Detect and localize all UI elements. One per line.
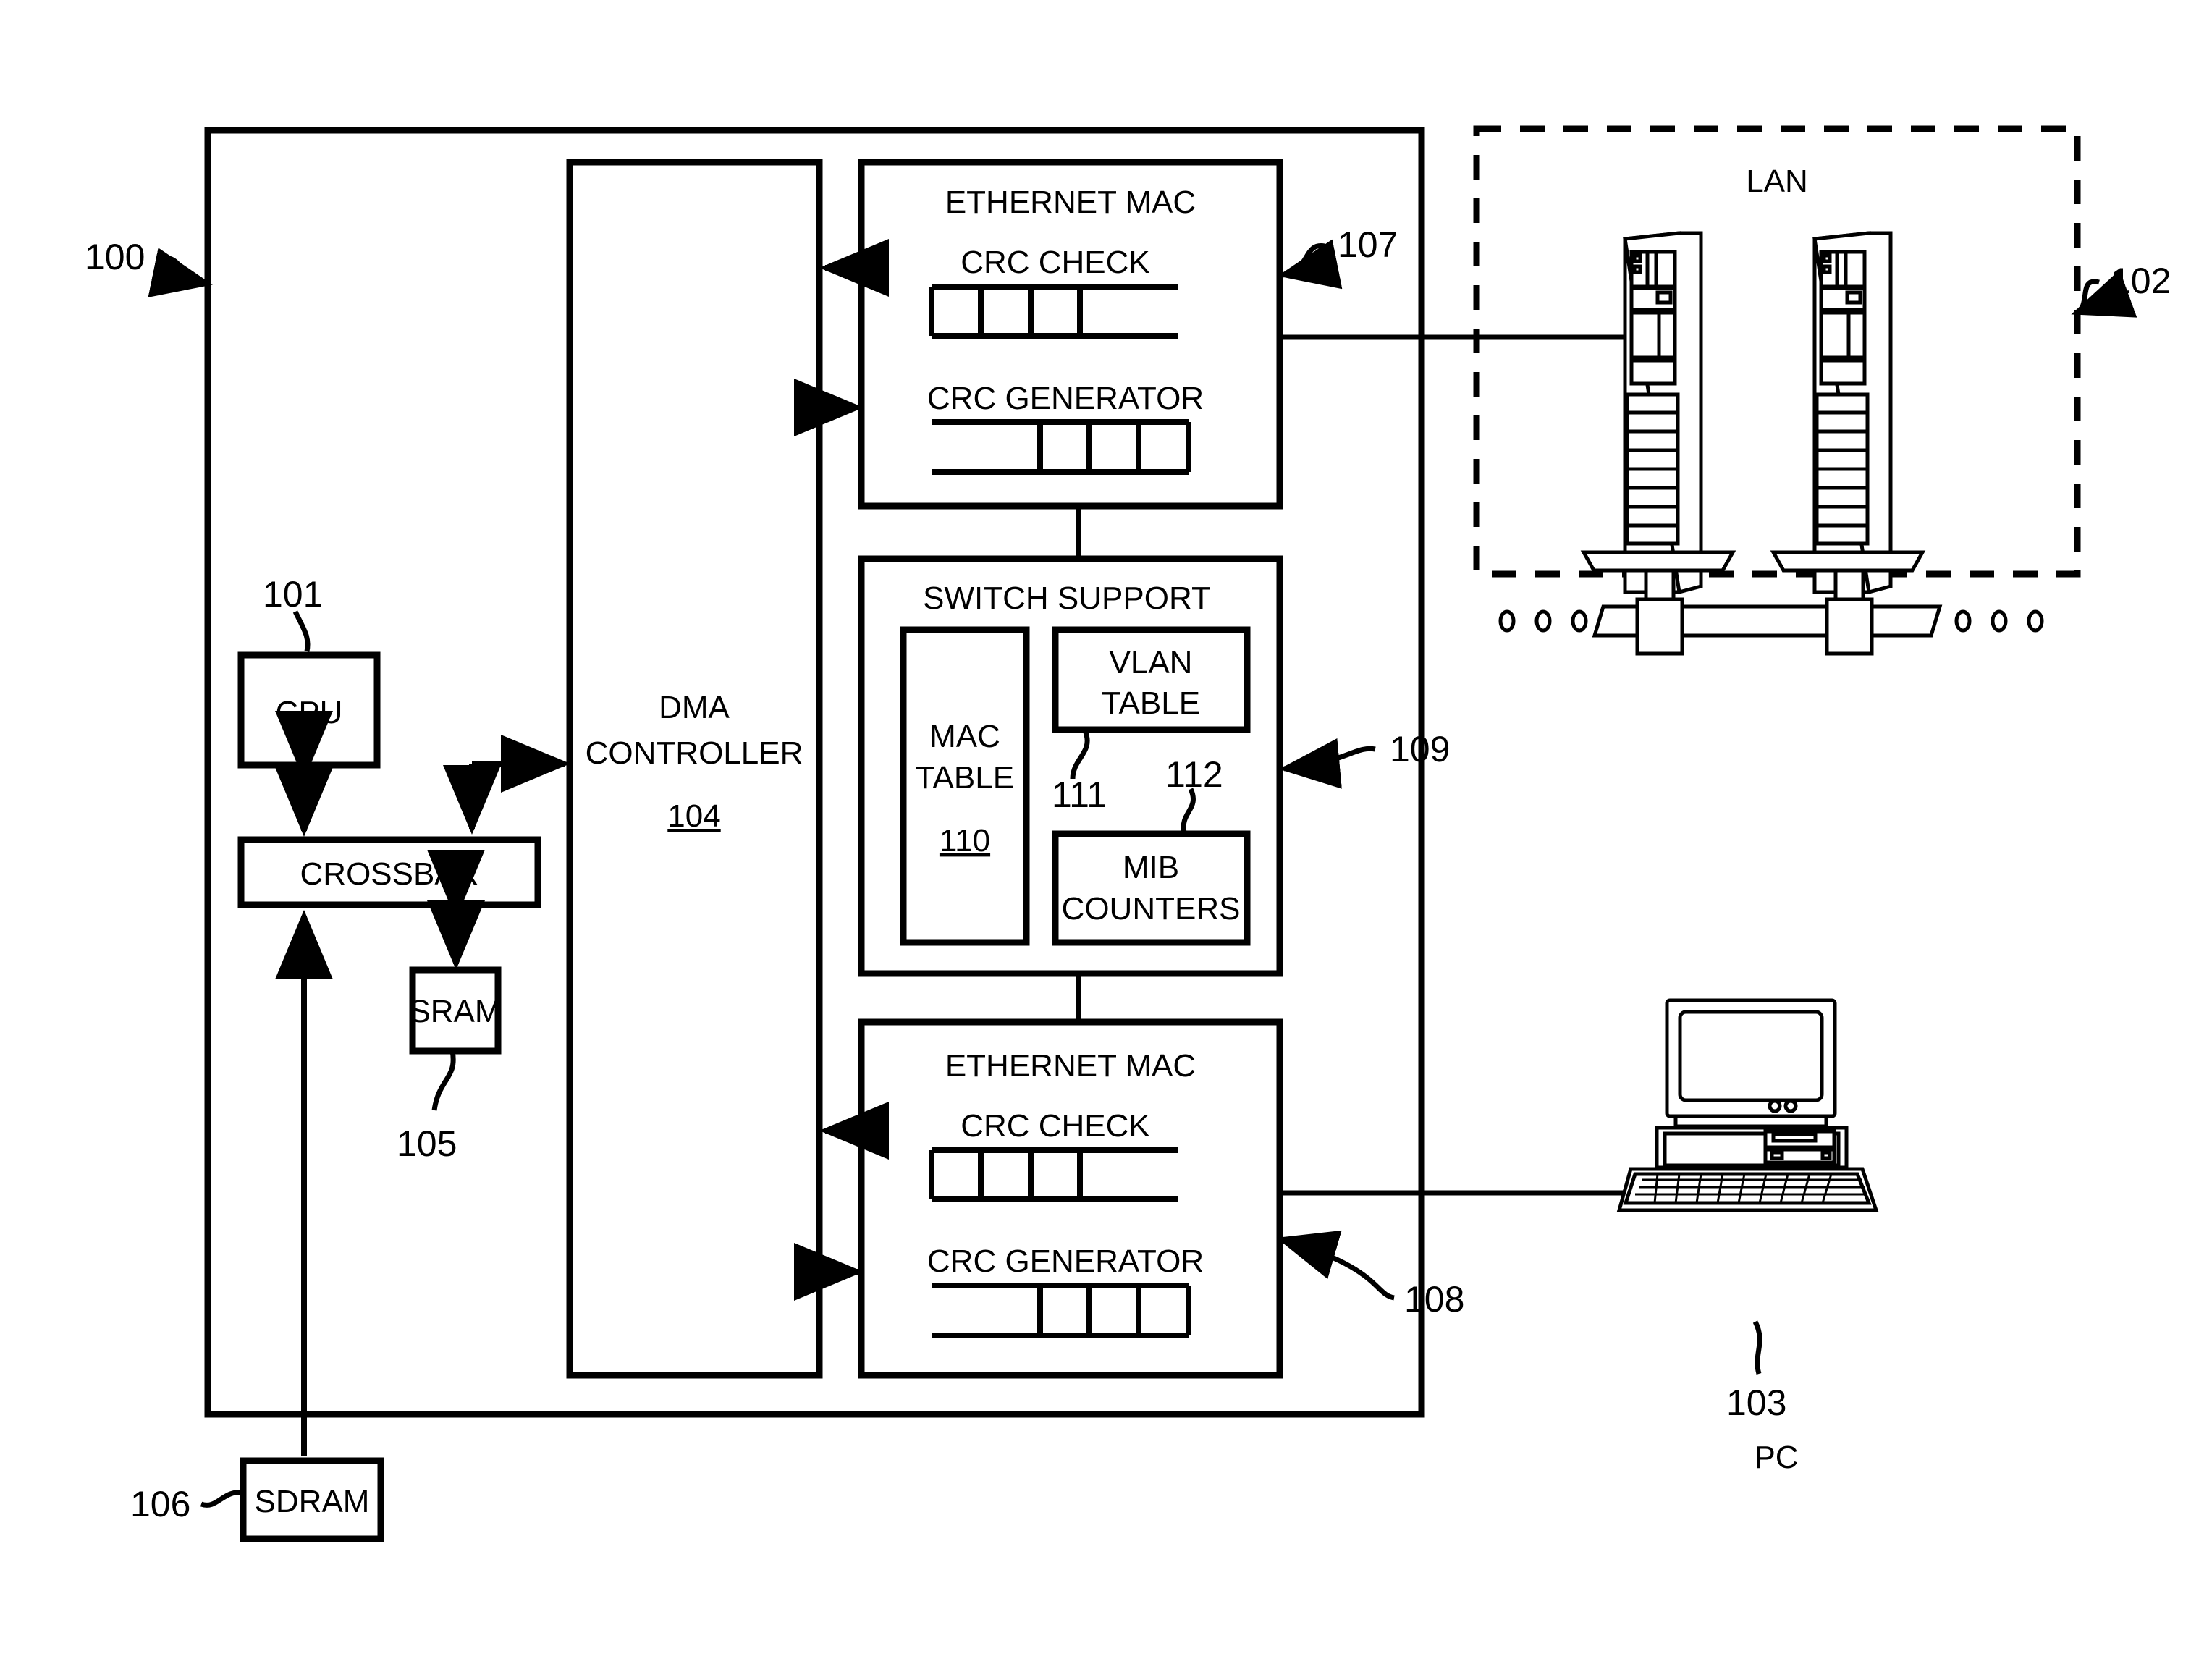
ref-105: 105 xyxy=(397,1123,457,1164)
lead-103 xyxy=(1752,1320,1762,1375)
dma-label-line1: DMA xyxy=(659,690,730,725)
ref-106: 106 xyxy=(130,1484,190,1524)
switch-support-title: SWITCH SUPPORT xyxy=(923,581,1211,616)
ref-101: 101 xyxy=(263,574,323,615)
crc-check-register-bottom xyxy=(929,1147,1178,1202)
pc-label: PC xyxy=(1754,1440,1798,1475)
crossbar-label: CROSSBAR xyxy=(300,856,479,892)
lead-112 xyxy=(1181,788,1196,833)
lead-106 xyxy=(200,1490,244,1508)
patent-figure: { "figure": { "title": "Network processo… xyxy=(0,0,2191,1680)
lead-107 xyxy=(1278,239,1343,290)
sdram-label: SDRAM xyxy=(255,1484,370,1519)
lead-100 xyxy=(148,248,213,297)
vlan-table-line2: TABLE xyxy=(1102,685,1200,721)
chip-boundary-100 xyxy=(204,127,1425,1418)
ref-102: 102 xyxy=(2111,261,2171,301)
mac-table-ref-110: 110 xyxy=(940,823,990,858)
crc-generator-register-top xyxy=(932,419,1191,475)
vlan-table-line1: VLAN xyxy=(1110,645,1193,680)
mac-table-line1: MAC xyxy=(929,719,1000,754)
ref-108: 108 xyxy=(1404,1279,1464,1320)
lead-108 xyxy=(1276,1230,1395,1301)
cpu-label: CPU xyxy=(276,695,343,730)
lan-label: LAN xyxy=(1746,164,1808,199)
dma-label-line2: CONTROLLER xyxy=(586,735,803,771)
sram-label: SRAM xyxy=(409,994,501,1029)
lead-109 xyxy=(1279,738,1376,789)
pc-illustration xyxy=(1616,998,1879,1212)
server-tower-2 xyxy=(1770,231,1926,595)
crc-check-register-top xyxy=(929,284,1178,339)
mib-counters-line2: COUNTERS xyxy=(1062,891,1241,926)
crc-generator-register-bottom xyxy=(932,1283,1191,1338)
mac-bottom-title: ETHERNET MAC xyxy=(945,1048,1196,1084)
mib-counters-line1: MIB xyxy=(1123,850,1179,885)
lead-101 xyxy=(292,610,311,652)
ref-109: 109 xyxy=(1390,729,1450,769)
ref-111: 111 xyxy=(1052,774,1107,815)
mac-top-crc-generator-label: CRC GENERATOR xyxy=(927,381,1204,416)
mac-bottom-crc-generator-label: CRC GENERATOR xyxy=(927,1244,1204,1279)
mac-bottom-crc-check-label: CRC CHECK xyxy=(961,1108,1150,1144)
lead-105 xyxy=(431,1050,456,1111)
lead-111 xyxy=(1070,731,1090,780)
dma-ref-104: 104 xyxy=(667,798,720,834)
ref-112: 112 xyxy=(1165,754,1223,795)
server-tower-1 xyxy=(1580,231,1736,595)
figure-canvas: 100 101 102 103 105 106 107 108 109 111 … xyxy=(85,125,2171,1542)
ref-103: 103 xyxy=(1726,1383,1786,1423)
ref-107: 107 xyxy=(1338,224,1398,265)
mac-table-line2: TABLE xyxy=(916,760,1014,795)
mac-top-crc-check-label: CRC CHECK xyxy=(961,245,1150,280)
ref-100: 100 xyxy=(85,237,145,277)
mac-top-title: ETHERNET MAC xyxy=(945,185,1196,220)
